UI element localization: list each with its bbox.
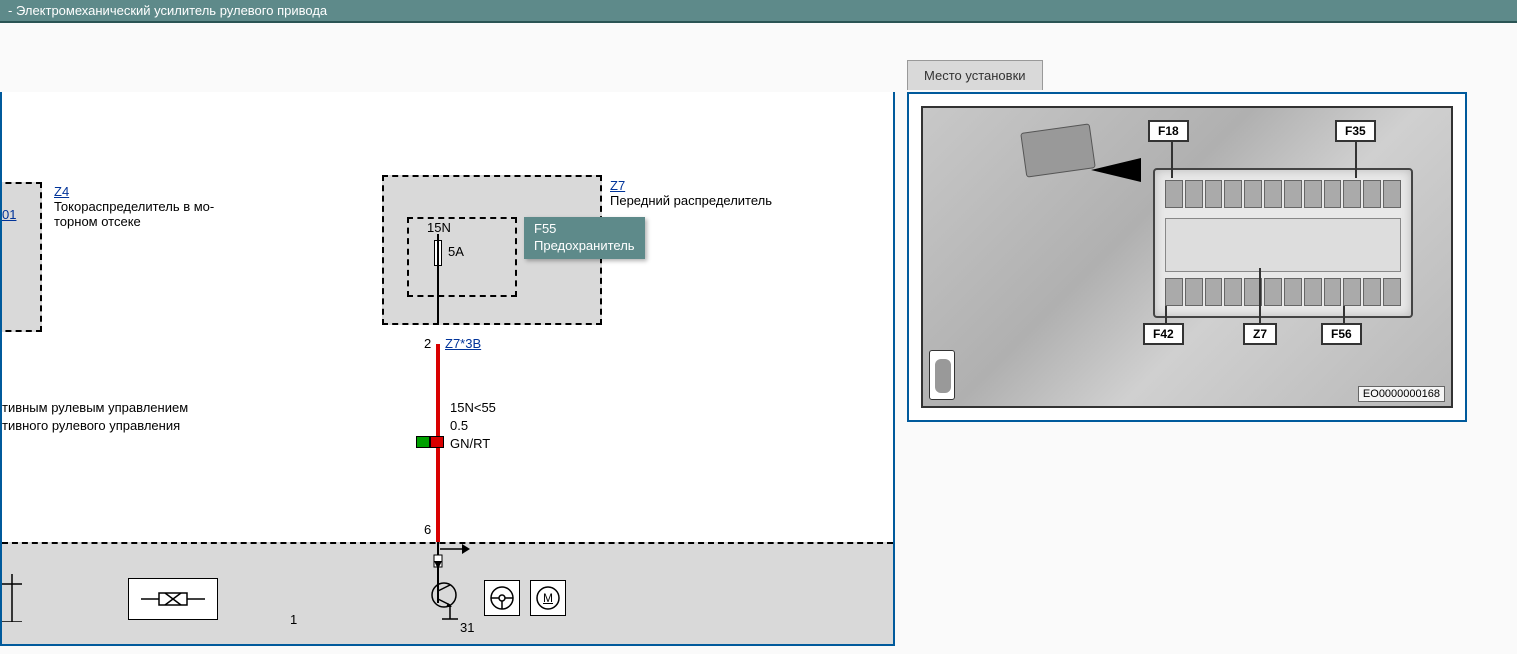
content-area: Z4 Токораспределитель в мо- торном отсек… xyxy=(0,24,1517,654)
callout-f35[interactable]: F35 xyxy=(1335,120,1376,142)
component-z4-label[interactable]: Z4 Токораспределитель в мо- торном отсек… xyxy=(54,184,214,229)
pin-2-label: 2 xyxy=(424,336,431,351)
text-fragment-1: тивным рулевым управлением xyxy=(2,400,188,415)
arrow-icon xyxy=(440,542,470,556)
page-title: - Электромеханический усилитель рулевого… xyxy=(8,3,327,18)
fuse-row-bottom xyxy=(1165,278,1401,306)
schematic-pane[interactable]: Z4 Токораспределитель в мо- торном отсек… xyxy=(0,92,895,646)
z4-desc: Токораспределитель в мо- торном отсеке xyxy=(54,199,214,229)
location-photo[interactable]: F18 F35 F42 Z7 F56 EO0000000168 xyxy=(921,106,1453,408)
main-fusebox xyxy=(1153,168,1413,318)
callout-line-f42 xyxy=(1165,306,1167,324)
fuse-inline-icon xyxy=(141,587,205,611)
connector-z7-3b[interactable]: Z7*3B xyxy=(445,336,481,351)
z4-link[interactable]: Z4 xyxy=(54,184,214,199)
ground-31-label: 31 xyxy=(460,620,474,635)
image-id-label: EO0000000168 xyxy=(1358,386,1445,402)
component-z4-box xyxy=(0,182,42,332)
pin-6-label: 6 xyxy=(424,522,431,537)
component-z7-label[interactable]: Z7 Передний распределитель xyxy=(610,178,772,208)
small-fusebox xyxy=(1020,123,1096,177)
steering-wheel-symbol xyxy=(484,580,520,616)
fuse-terminal-label: 15N xyxy=(427,220,451,235)
fuse-wire xyxy=(437,234,439,324)
pointer-wedge xyxy=(1091,158,1161,188)
text-fragment-2: тивного рулевого управления xyxy=(2,418,180,433)
callout-line-f18 xyxy=(1171,140,1173,178)
callout-z7[interactable]: Z7 xyxy=(1243,323,1277,345)
steering-wheel-icon xyxy=(489,585,515,611)
callout-line-f56 xyxy=(1343,306,1345,324)
symbol-left-fragment xyxy=(2,574,42,622)
page-header: - Электромеханический усилитель рулевого… xyxy=(0,0,1517,23)
wire-color-label: GN/RT xyxy=(450,436,490,451)
box-1-label: 1 xyxy=(290,612,297,627)
wire-color-swatch xyxy=(416,436,444,448)
swatch-green xyxy=(416,436,430,448)
callout-line-f35 xyxy=(1355,140,1357,178)
z7-desc: Передний распределитель xyxy=(610,193,772,208)
fuse-tooltip: F55 Предохранитель xyxy=(524,217,645,259)
fuse-row-top xyxy=(1165,180,1401,208)
wire-signal-label: 15N<55 xyxy=(450,400,496,415)
tab-location[interactable]: Место установки xyxy=(907,60,1043,90)
motor-m-label: M xyxy=(543,591,553,605)
tab-label: Место установки xyxy=(924,68,1026,83)
symbol-box-1 xyxy=(128,578,218,620)
swatch-red xyxy=(430,436,444,448)
callout-f18[interactable]: F18 xyxy=(1148,120,1189,142)
z7-link[interactable]: Z7 xyxy=(610,178,772,193)
fuse-rating: 5A xyxy=(448,244,464,259)
callout-f42[interactable]: F42 xyxy=(1143,323,1184,345)
car-orientation-icon xyxy=(929,350,955,400)
transistor-symbol xyxy=(430,547,470,625)
link-01[interactable]: 01 xyxy=(2,207,16,222)
motor-symbol: M xyxy=(530,580,566,616)
fuse-middle xyxy=(1165,218,1401,272)
wire-gauge-label: 0.5 xyxy=(450,418,468,433)
location-photo-box: F18 F35 F42 Z7 F56 EO0000000168 xyxy=(907,92,1467,422)
callout-line-z7 xyxy=(1259,268,1261,324)
callout-f56[interactable]: F56 xyxy=(1321,323,1362,345)
location-pane: Место установки F18 F35 xyxy=(903,24,1517,654)
